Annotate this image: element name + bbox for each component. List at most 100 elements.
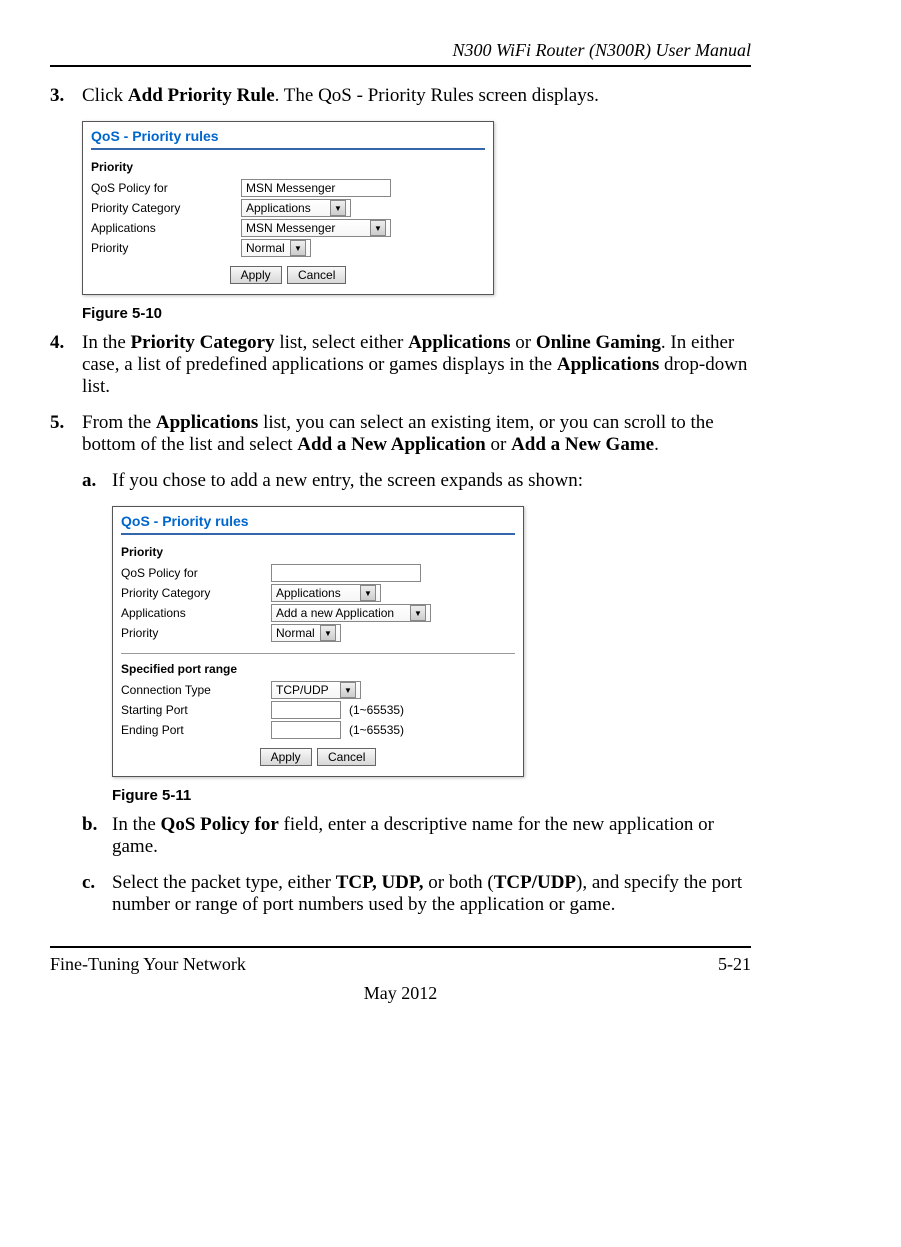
text-bold: Applications [156,412,258,433]
text: From the [82,412,156,433]
sub-c-text: Select the packet type, either TCP, UDP,… [112,872,751,916]
label-ending-port: Ending Port [121,723,271,737]
figure-5-11-caption: Figure 5-11 [112,787,751,804]
priority-category-select[interactable]: Applications ▼ [271,584,381,602]
sub-a-number: a. [82,470,112,492]
add-priority-rule-label: Add Priority Rule [128,85,275,106]
text-bold: Add a New Application [297,434,485,455]
apply-button[interactable]: Apply [260,748,312,766]
step-5-number: 5. [50,412,82,456]
step-5-text: From the Applications list, you can sele… [82,412,751,456]
cancel-button[interactable]: Cancel [287,266,346,284]
text-bold: Online Gaming [536,332,661,353]
select-value: Applications [246,201,311,215]
text: or [486,434,511,455]
text: Click [82,85,128,106]
label-priority: Priority [91,241,241,255]
apply-button[interactable]: Apply [230,266,282,284]
header-rule [50,65,751,67]
cancel-button[interactable]: Cancel [317,748,376,766]
row-priority-category: Priority Category Applications ▼ [113,583,523,603]
panel-separator [121,533,515,535]
select-value: Applications [276,586,341,600]
qos-policy-input[interactable] [271,564,421,582]
qos-screenshot-2: QoS - Priority rules Priority QoS Policy… [112,506,524,777]
sub-b-text: In the QoS Policy for field, enter a des… [112,814,751,858]
footer: Fine-Tuning Your Network 5-21 [50,954,751,975]
starting-port-input[interactable] [271,701,341,719]
text: or both ( [424,872,494,893]
text-bold: Add a New Game [511,434,654,455]
sub-step-c: c. Select the packet type, either TCP, U… [82,872,751,916]
label-priority: Priority [121,626,271,640]
label-priority-category: Priority Category [121,586,271,600]
panel-title: QoS - Priority rules [113,507,523,531]
text-bold: Priority Category [131,332,275,353]
applications-select[interactable]: Add a new Application ▼ [271,604,431,622]
label-applications: Applications [121,606,271,620]
manual-title: N300 WiFi Router (N300R) User Manual [50,40,751,61]
panel-separator [91,148,485,150]
button-row: Apply Cancel [113,748,523,766]
text: In the [82,332,131,353]
chevron-down-icon: ▼ [320,625,336,641]
sub-step-a: a. If you chose to add a new entry, the … [82,470,751,492]
step-3-number: 3. [50,85,82,107]
label-priority-category: Priority Category [91,201,241,215]
row-priority: Priority Normal ▼ [113,623,523,643]
step-5: 5. From the Applications list, you can s… [50,412,751,456]
sub-b-number: b. [82,814,112,858]
connection-type-select[interactable]: TCP/UDP ▼ [271,681,361,699]
figure-5-10-caption: Figure 5-10 [82,305,751,322]
priority-category-select[interactable]: Applications ▼ [241,199,351,217]
qos-screenshot-1: QoS - Priority rules Priority QoS Policy… [82,121,494,295]
chevron-down-icon: ▼ [290,240,306,256]
step-3-text: Click Add Priority Rule. The QoS - Prior… [82,85,751,107]
text: In the [112,814,161,835]
select-value: MSN Messenger [246,221,335,235]
text: Select the packet type, either [112,872,336,893]
qos-policy-input[interactable]: MSN Messenger [241,179,391,197]
ending-port-input[interactable] [271,721,341,739]
step-3: 3. Click Add Priority Rule. The QoS - Pr… [50,85,751,107]
row-priority: Priority Normal ▼ [83,238,493,258]
row-ending-port: Ending Port (1~65535) [113,720,523,740]
row-priority-category: Priority Category Applications ▼ [83,198,493,218]
panel-title: QoS - Priority rules [83,122,493,146]
port-range-section-label: Specified port range [113,662,523,680]
step-4-text: In the Priority Category list, select ei… [82,332,751,398]
select-value: Normal [276,626,315,640]
label-qos-policy: QoS Policy for [121,566,271,580]
label-applications: Applications [91,221,241,235]
step-4-number: 4. [50,332,82,398]
priority-section-label: Priority [83,160,493,178]
footer-page: 5-21 [718,954,751,975]
text-bold: TCP/UDP [494,872,576,893]
text: list, select either [275,332,408,353]
chevron-down-icon: ▼ [330,200,346,216]
text: . [654,434,659,455]
applications-select[interactable]: MSN Messenger ▼ [241,219,391,237]
priority-select[interactable]: Normal ▼ [271,624,341,642]
button-row: Apply Cancel [83,266,493,284]
footer-rule [50,946,751,948]
panel-separator-thin [121,653,515,654]
select-value: Normal [246,241,285,255]
sub-step-b: b. In the QoS Policy for field, enter a … [82,814,751,858]
text-bold: TCP, UDP, [336,872,424,893]
chevron-down-icon: ▼ [360,585,376,601]
text: . The QoS - Priority Rules screen displa… [275,85,599,106]
select-value: TCP/UDP [276,683,329,697]
figure-5-10: QoS - Priority rules Priority QoS Policy… [82,121,751,322]
text-bold: Applications [557,354,659,375]
ending-port-hint: (1~65535) [349,723,404,737]
footer-section: Fine-Tuning Your Network [50,954,246,975]
priority-select[interactable]: Normal ▼ [241,239,311,257]
priority-section-label: Priority [113,545,523,563]
row-applications: Applications MSN Messenger ▼ [83,218,493,238]
row-applications: Applications Add a new Application ▼ [113,603,523,623]
chevron-down-icon: ▼ [370,220,386,236]
starting-port-hint: (1~65535) [349,703,404,717]
text-bold: Applications [408,332,510,353]
figure-5-11: QoS - Priority rules Priority QoS Policy… [112,506,751,804]
